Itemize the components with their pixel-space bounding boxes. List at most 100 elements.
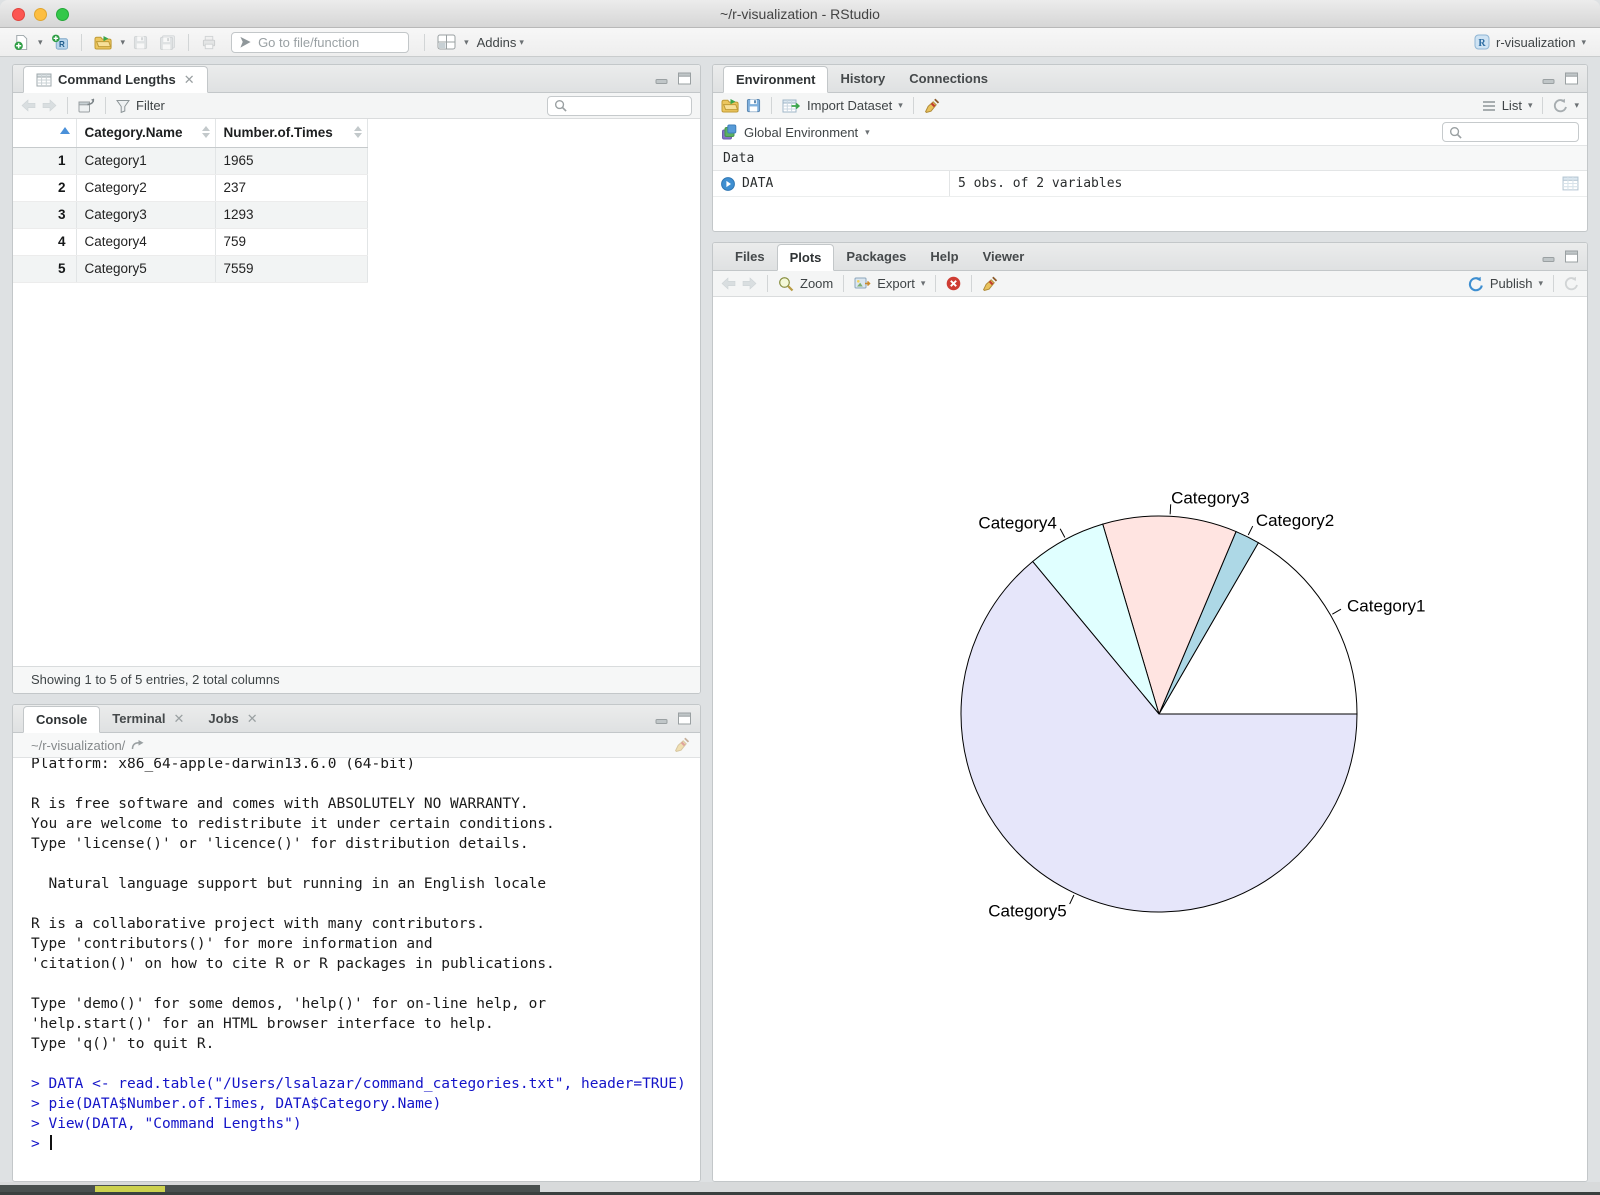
publish-label[interactable]: Publish bbox=[1490, 276, 1533, 291]
open-in-new-window-icon[interactable] bbox=[78, 98, 95, 113]
tab-connections[interactable]: Connections bbox=[897, 65, 1000, 92]
table-row[interactable]: 5 Category5 7559 bbox=[13, 255, 368, 283]
bottom-strip bbox=[0, 1182, 1600, 1195]
column-header-rownum[interactable] bbox=[13, 119, 77, 148]
maximize-pane-icon[interactable] bbox=[677, 72, 692, 85]
tab-environment[interactable]: Environment bbox=[723, 66, 829, 93]
publish-caret-icon[interactable]: ▾ bbox=[1538, 279, 1543, 288]
console-body[interactable]: Platform: x86_64-apple-darwin13.6.0 (64-… bbox=[13, 758, 700, 1180]
viewer-search-box[interactable] bbox=[547, 95, 700, 116]
tab-terminal[interactable]: Terminal ✕ bbox=[100, 705, 196, 732]
jobs-tab-label: Jobs bbox=[208, 711, 239, 726]
tab-files[interactable]: Files bbox=[723, 243, 777, 270]
publish-icon[interactable] bbox=[1468, 276, 1484, 292]
close-icon[interactable]: ✕ bbox=[174, 711, 185, 727]
environment-search-box[interactable] bbox=[1442, 122, 1587, 142]
column-header-category-name[interactable]: Category.Name bbox=[76, 119, 216, 148]
tab-packages[interactable]: Packages bbox=[834, 243, 918, 270]
save-icon[interactable] bbox=[130, 33, 151, 52]
minimize-pane-icon[interactable] bbox=[654, 712, 669, 725]
console-output-line: Type 'demo()' for some demos, 'help()' f… bbox=[31, 996, 547, 1012]
minimize-pane-icon[interactable] bbox=[1541, 250, 1556, 263]
tab-viewer[interactable]: Viewer bbox=[971, 243, 1037, 270]
object-name[interactable]: DATA bbox=[742, 176, 942, 191]
next-plot-icon[interactable] bbox=[742, 277, 757, 290]
list-view-icon[interactable] bbox=[1482, 100, 1496, 112]
tab-plots[interactable]: Plots bbox=[776, 244, 835, 271]
export-label[interactable]: Export bbox=[877, 276, 915, 291]
new-file-caret-icon[interactable]: ▾ bbox=[38, 37, 43, 47]
pane-layout-caret-icon[interactable]: ▾ bbox=[464, 37, 469, 47]
close-icon[interactable]: ✕ bbox=[247, 711, 258, 727]
new-file-icon[interactable] bbox=[10, 32, 33, 53]
save-workspace-icon[interactable] bbox=[746, 98, 761, 113]
search-icon bbox=[1449, 126, 1462, 139]
console-command-line: > View(DATA, "Command Lengths") bbox=[31, 1116, 302, 1132]
maximize-pane-icon[interactable] bbox=[1564, 250, 1579, 263]
goto-directory-icon[interactable] bbox=[131, 739, 145, 751]
forward-icon[interactable] bbox=[42, 99, 57, 112]
minimize-pane-icon[interactable] bbox=[654, 72, 669, 85]
column-header-number-of-times[interactable]: Number.of.Times bbox=[215, 119, 368, 148]
list-view-caret-icon[interactable]: ▾ bbox=[1528, 101, 1533, 110]
export-plot-icon[interactable] bbox=[854, 276, 871, 291]
clear-environment-icon[interactable] bbox=[924, 98, 940, 114]
project-menu-button[interactable]: R r-visualization ▾ bbox=[1470, 32, 1590, 52]
maximize-pane-icon[interactable] bbox=[1564, 72, 1579, 85]
table-row[interactable]: 4 Category4 759 bbox=[13, 228, 368, 256]
close-icon[interactable]: ✕ bbox=[184, 72, 195, 88]
open-file-caret-icon[interactable]: ▾ bbox=[121, 37, 126, 47]
plots-tabstrip: Files Plots Packages Help Viewer bbox=[713, 243, 1587, 271]
tab-console[interactable]: Console bbox=[23, 706, 101, 733]
view-data-icon[interactable] bbox=[1562, 176, 1579, 191]
open-file-icon[interactable] bbox=[91, 33, 116, 52]
zoom-label[interactable]: Zoom bbox=[800, 276, 833, 291]
table-row[interactable]: 2 Category2 237 bbox=[13, 174, 368, 202]
back-icon[interactable] bbox=[21, 99, 36, 112]
new-project-icon[interactable]: R bbox=[48, 32, 72, 53]
toolbar-separator bbox=[424, 33, 426, 51]
filter-icon[interactable] bbox=[116, 99, 130, 113]
tab-command-lengths[interactable]: Command Lengths ✕ bbox=[23, 66, 208, 93]
maximize-pane-icon[interactable] bbox=[677, 712, 692, 725]
tab-history[interactable]: History bbox=[828, 65, 897, 92]
environment-object-row[interactable]: DATA 5 obs. of 2 variables bbox=[713, 171, 1587, 197]
previous-plot-icon[interactable] bbox=[721, 277, 736, 290]
print-icon[interactable] bbox=[198, 33, 220, 52]
refresh-plot-icon[interactable] bbox=[1564, 276, 1579, 291]
table-row[interactable]: 1 Category1 1965 bbox=[13, 147, 368, 175]
goto-file-box[interactable] bbox=[231, 31, 410, 53]
tab-jobs[interactable]: Jobs ✕ bbox=[196, 705, 269, 732]
table-cell: 3 bbox=[13, 201, 77, 229]
tab-help[interactable]: Help bbox=[918, 243, 970, 270]
import-dataset-icon[interactable] bbox=[782, 99, 801, 113]
save-all-icon[interactable] bbox=[156, 33, 179, 52]
list-view-label[interactable]: List bbox=[1502, 98, 1522, 113]
load-workspace-icon[interactable] bbox=[721, 98, 740, 113]
environment-search-input[interactable] bbox=[1467, 124, 1587, 140]
refresh-caret-icon[interactable]: ▾ bbox=[1574, 101, 1579, 110]
toolbar-separator bbox=[67, 97, 68, 114]
import-dataset-caret-icon[interactable]: ▾ bbox=[898, 101, 903, 110]
console-prompt-line[interactable]: > bbox=[31, 1134, 700, 1154]
scope-label[interactable]: Global Environment bbox=[744, 125, 858, 140]
export-caret-icon[interactable]: ▾ bbox=[921, 279, 926, 288]
zoom-plot-icon[interactable] bbox=[778, 276, 794, 292]
import-dataset-label[interactable]: Import Dataset bbox=[807, 98, 892, 113]
remove-plot-icon[interactable] bbox=[946, 276, 961, 291]
sort-icon bbox=[201, 126, 210, 138]
clear-console-icon[interactable] bbox=[674, 737, 690, 753]
addins-button[interactable]: Addins ▾ bbox=[474, 33, 527, 52]
expand-object-icon[interactable] bbox=[721, 176, 735, 191]
goto-file-input[interactable] bbox=[258, 34, 402, 50]
viewer-search-input[interactable] bbox=[572, 98, 700, 113]
pane-layout-icon[interactable] bbox=[434, 32, 459, 52]
scope-caret-icon[interactable]: ▾ bbox=[865, 127, 870, 137]
pie-label: Category5 bbox=[988, 901, 1066, 920]
console-output-line: Type 'contributors()' for more informati… bbox=[31, 936, 433, 952]
table-row[interactable]: 3 Category3 1293 bbox=[13, 201, 368, 229]
refresh-icon[interactable] bbox=[1553, 98, 1568, 113]
clear-plots-icon[interactable] bbox=[982, 276, 998, 292]
minimize-pane-icon[interactable] bbox=[1541, 72, 1556, 85]
filter-label[interactable]: Filter bbox=[136, 98, 165, 113]
